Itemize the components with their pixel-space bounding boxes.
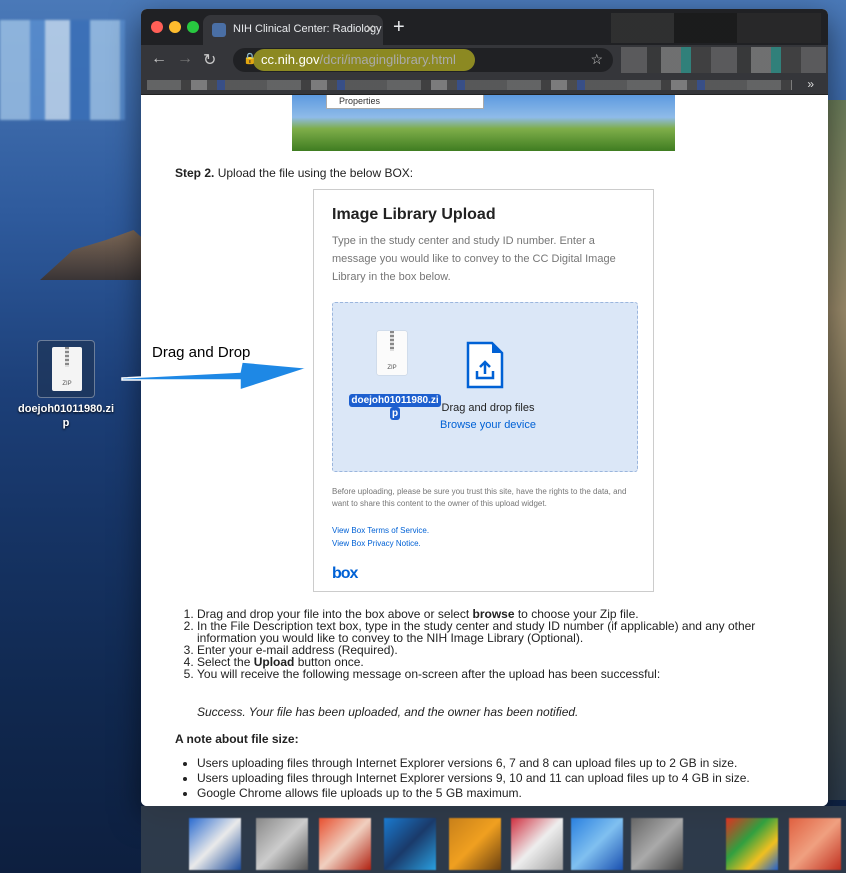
properties-menu-item: Properties [326, 95, 484, 109]
step2-heading: Step 2. Upload the file using the below … [175, 166, 413, 180]
step-text: In the File Description text box, type i… [197, 619, 756, 645]
zip-file-tile: ZIP [37, 340, 95, 398]
desktop-file-name: doejoh01011980.zi p [10, 402, 122, 430]
dock [141, 806, 846, 873]
dock-app-icon[interactable] [256, 818, 308, 870]
bookmark-star-icon[interactable]: ☆ [590, 51, 603, 68]
dragged-file-name-line2: p [389, 407, 401, 420]
upload-file-icon [466, 341, 504, 389]
url-domain: cc.nih.gov [261, 52, 320, 67]
upload-notice: Before uploading, please be sure you tru… [332, 487, 627, 508]
step2-label: Step 2. [175, 166, 215, 180]
box-logo: box [332, 565, 358, 582]
tab-title: NIH Clinical Center: Radiology Im [233, 23, 383, 35]
dock-app-icon[interactable] [511, 818, 563, 870]
address-bar[interactable]: 🔒 cc.nih.gov/dcri/imaginglibrary.html ☆ [233, 48, 613, 72]
browser-tab[interactable]: NIH Clinical Center: Radiology Im ✕ [203, 15, 383, 45]
step-item: You will receive the following message o… [197, 668, 797, 680]
step-text: You will receive the following message o… [197, 667, 661, 681]
drag-drop-text: Drag and drop files [441, 402, 535, 414]
list-item: Users uploading files through Internet E… [197, 771, 817, 786]
dock-app-icon[interactable] [449, 818, 501, 870]
file-size-list: Users uploading files through Internet E… [197, 756, 817, 801]
close-window-button[interactable] [151, 21, 163, 33]
dragged-file-name: doejoh01011980.zi p [343, 394, 447, 420]
drag-and-drop-annotation: Drag and Drop [152, 344, 251, 361]
bookmarks-overflow-button[interactable]: » [807, 77, 814, 91]
new-tab-button[interactable]: + [393, 16, 405, 39]
dock-app-icon[interactable] [319, 818, 371, 870]
browse-device-link[interactable]: Browse your device [433, 419, 543, 431]
desktop-zip-file[interactable]: ZIP doejoh01011980.zi p [10, 340, 122, 430]
list-item: Google Chrome allows file uploads up to … [197, 786, 817, 801]
blurred-bookmarks [147, 80, 792, 90]
dragged-zip-icon: ZIP [377, 331, 407, 375]
drop-zone[interactable]: ZIP doejoh01011980.zi p Drag and drop fi… [332, 302, 638, 472]
dock-app-icon[interactable] [789, 818, 841, 870]
browser-window: NIH Clinical Center: Radiology Im ✕ + ← … [141, 9, 828, 806]
lock-icon[interactable]: 🔒 [243, 52, 257, 65]
terms-of-service-link[interactable]: View Box Terms of Service. [332, 526, 429, 535]
zip-file-icon: ZIP [52, 347, 82, 391]
list-item: Users uploading files through Internet E… [197, 756, 817, 771]
upload-widget-description: Type in the study center and study ID nu… [332, 235, 616, 283]
success-message: Success. Your file has been uploaded, an… [197, 705, 579, 719]
dock-app-icon[interactable] [726, 818, 778, 870]
blurred-extensions [621, 47, 826, 73]
tab-favicon-icon [212, 23, 226, 37]
step2-text: Upload the file using the below BOX: [214, 166, 414, 180]
minimize-window-button[interactable] [169, 21, 181, 33]
maximize-window-button[interactable] [187, 21, 199, 33]
blurred-titlebar-area [611, 13, 821, 43]
url-text: cc.nih.gov/dcri/imaginglibrary.html [261, 52, 456, 67]
forward-arrow-icon[interactable]: → [177, 50, 193, 68]
desktop-file-name-line2: p [62, 417, 70, 429]
bookmarks-bar: » [141, 75, 828, 95]
url-path: /dcri/imaginglibrary.html [319, 52, 456, 67]
wallpaper-island [40, 230, 150, 280]
file-size-note-heading: A note about file size: [175, 732, 299, 746]
back-arrow-icon[interactable]: ← [151, 50, 167, 68]
wallpaper-cliffs [826, 100, 846, 800]
dock-app-icon[interactable] [631, 818, 683, 870]
page-content: Properties Step 2. Upload the file using… [141, 95, 828, 806]
step-item: In the File Description text box, type i… [197, 620, 797, 644]
dock-app-icon[interactable] [384, 818, 436, 870]
browser-toolbar: ← → ↻ 🔒 cc.nih.gov/dcri/imaginglibrary.h… [141, 45, 828, 75]
zip-icon-label: ZIP [62, 381, 72, 387]
reload-icon[interactable]: ↻ [203, 50, 216, 70]
desktop-file-name-line1: doejoh01011980.zi [18, 403, 114, 415]
upload-steps-list: Drag and drop your file into the box abo… [197, 608, 797, 680]
privacy-notice-link[interactable]: View Box Privacy Notice. [332, 539, 421, 548]
browser-titlebar: NIH Clinical Center: Radiology Im ✕ + [141, 9, 828, 45]
tab-close-icon[interactable]: ✕ [365, 22, 375, 36]
dragged-file-name-line1: doejoh01011980.zi [349, 394, 441, 407]
dock-app-icon[interactable] [571, 818, 623, 870]
upload-widget-title: Image Library Upload [332, 206, 496, 223]
box-upload-widget: Image Library Upload Type in the study c… [313, 189, 654, 592]
dragged-zip-label: ZIP [387, 365, 397, 371]
desktop-blurred-icons [0, 20, 125, 120]
dock-app-icon[interactable] [189, 818, 241, 870]
